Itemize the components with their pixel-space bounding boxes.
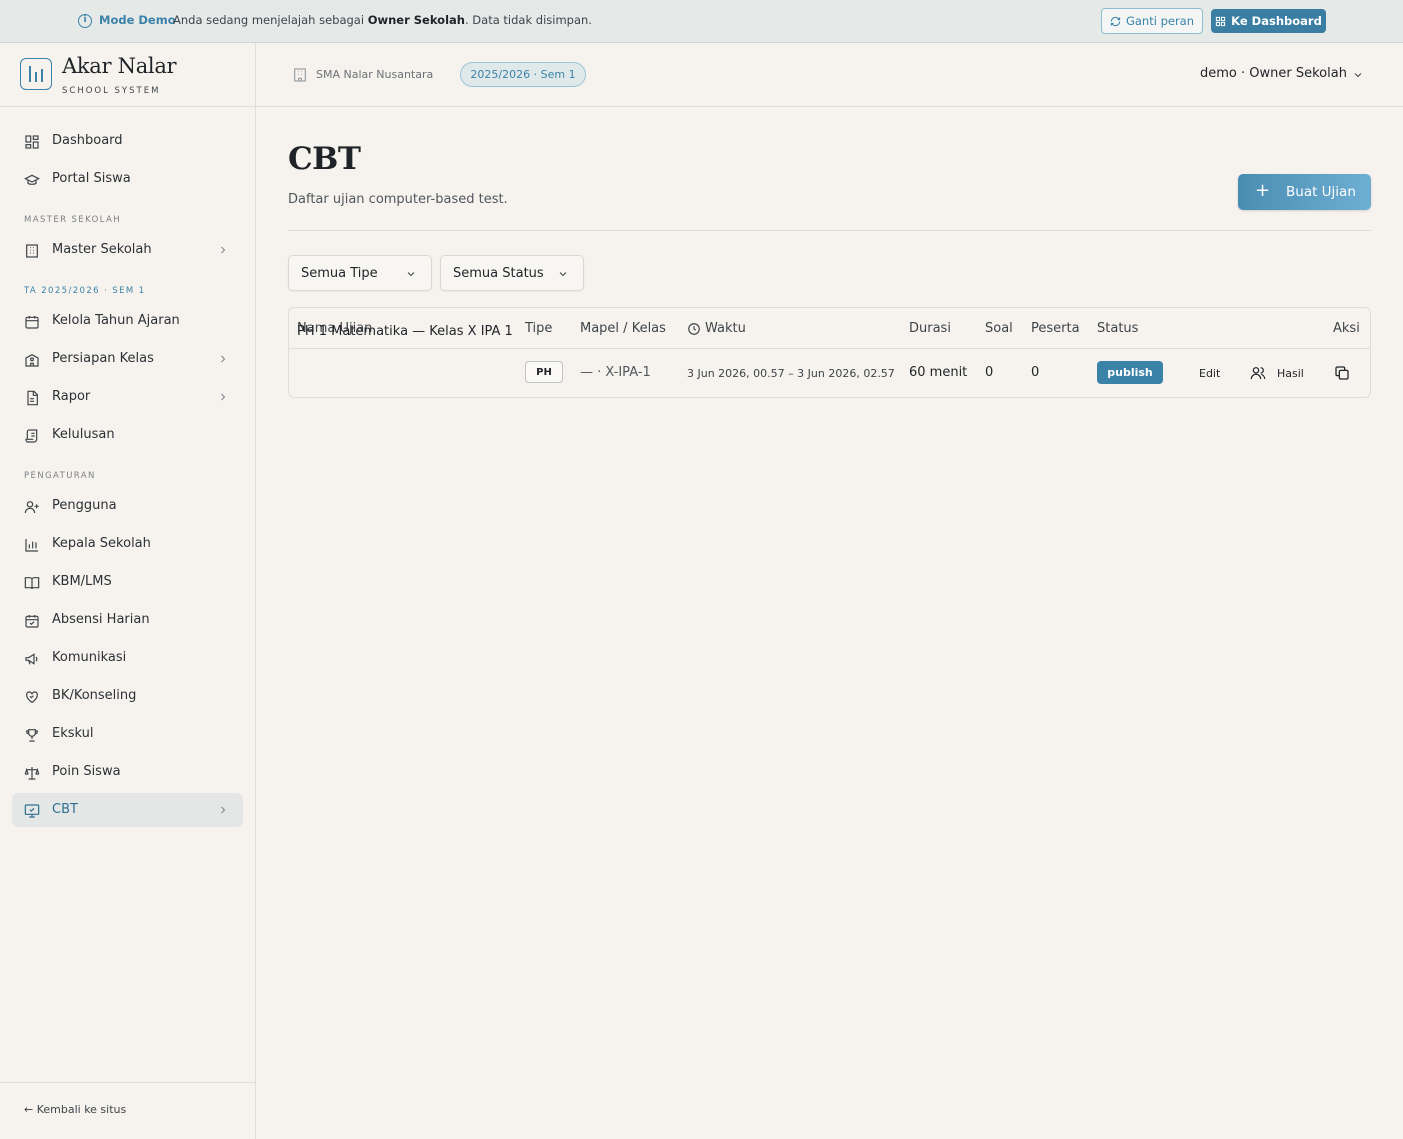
column-header[interactable]: Durasi	[909, 321, 951, 336]
exam-time: 3 Jun 2026, 00.57 – 3 Jun 2026, 02.57	[687, 367, 895, 380]
school-icon	[25, 353, 39, 367]
sidebar-item-persiapan-kelas[interactable]: Persiapan Kelas	[12, 342, 243, 376]
sidebar-item-master-sekolah[interactable]: Master Sekolah	[12, 233, 243, 267]
sidebar-item-poin-siswa[interactable]: Poin Siswa	[12, 755, 243, 789]
academic-year-badge[interactable]: 2025/2026 · Sem 1	[460, 62, 586, 87]
user-menu[interactable]: demo · Owner Sekolah	[1200, 66, 1347, 81]
exam-type-badge: PH	[525, 361, 563, 383]
brand-name: Akar Nalar	[62, 54, 177, 78]
chevron-right-icon	[221, 393, 226, 401]
heart-handshake-icon	[26, 691, 38, 704]
clock-icon	[688, 323, 700, 335]
file-text-icon	[27, 390, 38, 406]
calendar-icon	[25, 316, 39, 329]
building-icon	[294, 68, 306, 82]
refresh-icon	[1110, 16, 1121, 26]
logo-icon	[20, 58, 52, 90]
chevron-down-icon	[407, 272, 415, 277]
demo-mode-label: Mode Demo	[99, 13, 176, 27]
brand-subtitle: SCHOOL SYSTEM	[62, 86, 161, 96]
sidebar-item-pengguna[interactable]: Pengguna	[12, 489, 243, 523]
grid-icon	[1216, 16, 1226, 26]
megaphone-icon	[25, 653, 38, 665]
user-plus-icon	[24, 501, 39, 514]
calendar-check-icon	[25, 615, 39, 628]
exam-participant-count: 0	[1031, 365, 1040, 380]
section-academic-year: TA 2025/2026 · SEM 1	[24, 286, 146, 296]
sidebar-item-bk-konseling[interactable]: BK/Konseling	[12, 679, 243, 713]
sidebar-item-kepala-sekolah[interactable]: Kepala Sekolah	[12, 527, 243, 561]
bar-chart-icon	[25, 539, 38, 552]
sidebar-item-rapor[interactable]: Rapor	[12, 380, 243, 414]
sidebar: Akar Nalar SCHOOL SYSTEM Dashboard Porta…	[0, 43, 256, 1139]
back-to-site-link[interactable]: ← Kembali ke situs	[24, 1103, 126, 1116]
exam-duration: 60 menit	[909, 365, 968, 380]
exam-question-count: 0	[985, 365, 994, 380]
page-subtitle: Daftar ujian computer-based test.	[288, 192, 508, 207]
column-header: Aksi	[1333, 321, 1360, 336]
type-filter-select[interactable]: Semua Tipe	[288, 255, 432, 291]
create-exam-button[interactable]: + Buat Ujian	[1238, 174, 1371, 210]
exam-name[interactable]: PH 1 Matematika — Kelas X IPA 1	[297, 324, 513, 339]
sidebar-item-kbm-lms[interactable]: KBM/LMS	[12, 565, 243, 599]
status-badge: publish	[1097, 361, 1163, 384]
graduation-cap-icon	[24, 174, 40, 185]
school-name: SMA Nalar Nusantara	[316, 68, 434, 81]
page-title: CBT	[288, 141, 361, 177]
scroll-icon	[25, 429, 38, 443]
trophy-icon	[25, 729, 39, 742]
column-header[interactable]: Tipe	[525, 321, 552, 336]
users-icon[interactable]	[1250, 365, 1266, 381]
section-pengaturan: PENGATURAN	[24, 471, 96, 481]
sidebar-item-portal-siswa[interactable]: Portal Siswa	[12, 162, 243, 196]
sidebar-item-dashboard[interactable]: Dashboard	[12, 124, 243, 158]
chevron-right-icon	[221, 246, 226, 254]
brand[interactable]: Akar Nalar SCHOOL SYSTEM	[0, 43, 255, 107]
book-open-icon	[24, 577, 40, 590]
sidebar-item-cbt[interactable]: CBT	[12, 793, 243, 827]
info-icon: i	[78, 14, 92, 28]
copy-icon[interactable]	[1334, 365, 1350, 381]
divider	[288, 230, 1371, 231]
monitor-check-icon	[24, 804, 40, 818]
column-header[interactable]: Mapel / Kelas	[580, 321, 666, 336]
results-button[interactable]: Hasil	[1277, 367, 1304, 380]
exam-subject-class: — · X-IPA-1	[580, 365, 651, 380]
switch-role-button[interactable]: Ganti peran	[1101, 8, 1203, 34]
sidebar-item-absensi-harian[interactable]: Absensi Harian	[12, 603, 243, 637]
chevron-down-icon	[559, 272, 567, 277]
demo-message: Anda sedang menjelajah sebagai Owner Sek…	[173, 13, 592, 27]
column-header[interactable]: Peserta	[1031, 321, 1080, 336]
exams-table: Nama Ujian Tipe Mapel / Kelas Waktu Dura…	[288, 307, 1371, 398]
section-master-sekolah: MASTER SEKOLAH	[24, 215, 122, 225]
dashboard-icon	[25, 135, 39, 149]
edit-button[interactable]: Edit	[1199, 367, 1220, 380]
building-icon	[26, 244, 38, 258]
sidebar-item-komunikasi[interactable]: Komunikasi	[12, 641, 243, 675]
chevron-down-icon[interactable]	[1352, 69, 1364, 81]
sidebar-item-ekskul[interactable]: Ekskul	[12, 717, 243, 751]
sidebar-footer: ← Kembali ke situs	[0, 1082, 255, 1139]
plus-icon: +	[1255, 180, 1271, 201]
scale-icon	[24, 767, 40, 780]
topbar: SMA Nalar Nusantara 2025/2026 · Sem 1 de…	[256, 43, 1403, 107]
chevron-right-icon	[221, 355, 226, 363]
sidebar-item-kelulusan[interactable]: Kelulusan	[12, 418, 243, 452]
column-header[interactable]: Status	[1097, 321, 1138, 336]
column-header[interactable]: Soal	[985, 321, 1013, 336]
column-header[interactable]: Waktu	[705, 321, 746, 336]
status-filter-select[interactable]: Semua Status	[440, 255, 584, 291]
chevron-right-icon	[221, 806, 226, 814]
sidebar-item-kelola-tahun-ajaran[interactable]: Kelola Tahun Ajaran	[12, 304, 243, 338]
demo-banner: i Mode Demo Anda sedang menjelajah sebag…	[0, 0, 1403, 43]
to-dashboard-button[interactable]: Ke Dashboard	[1211, 9, 1326, 33]
